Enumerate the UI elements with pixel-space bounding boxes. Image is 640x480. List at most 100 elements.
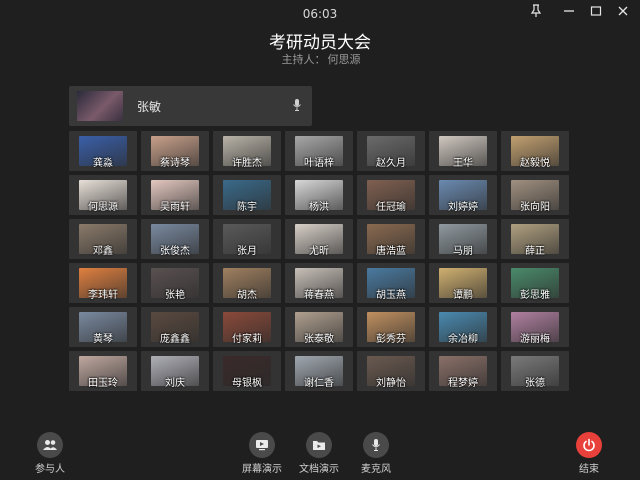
participant-tile[interactable]: 任冠瑜 xyxy=(357,175,425,215)
speaker-avatar xyxy=(77,91,123,121)
participant-name: 母银枫 xyxy=(232,378,262,389)
participant-name: 蒋春燕 xyxy=(304,290,334,301)
participant-name: 庞鑫鑫 xyxy=(160,334,190,345)
participant-tile[interactable]: 程梦婷 xyxy=(429,351,497,391)
meeting-title: 考研动员大会 xyxy=(269,33,371,53)
participant-name: 许胜杰 xyxy=(232,158,262,169)
participant-name: 龚淼 xyxy=(93,158,113,169)
participant-name: 赵久月 xyxy=(376,158,406,169)
participant-name: 何思源 xyxy=(88,202,118,213)
participant-name: 唐浩蓝 xyxy=(376,246,406,257)
participant-tile[interactable]: 黄琴 xyxy=(69,307,137,347)
active-speaker-card[interactable]: 张敏 xyxy=(69,86,312,126)
participant-tile[interactable]: 刘庆 xyxy=(141,351,209,391)
participant-tile[interactable]: 蔡诗琴 xyxy=(141,131,209,171)
participant-name: 张月 xyxy=(237,246,257,257)
pin-icon xyxy=(530,4,542,17)
participant-tile[interactable]: 赵久月 xyxy=(357,131,425,171)
participant-name: 张泰敬 xyxy=(304,334,334,345)
participant-grid: 龚淼 蔡诗琴 许胜杰 叶语梓 赵久月 王华 赵毅悦何思源 吴雨轩 陈宇 杨洪 任冠瑜 刘婷婷 张向阳邓鑫… xyxy=(69,131,573,393)
minimize-button[interactable] xyxy=(558,2,580,20)
folder-icon xyxy=(313,441,325,450)
participant-tile[interactable]: 许胜杰 xyxy=(213,131,281,171)
participant-tile[interactable]: 刘静怡 xyxy=(357,351,425,391)
participant-tile[interactable]: 庞鑫鑫 xyxy=(141,307,209,347)
participant-tile[interactable]: 母银枫 xyxy=(213,351,281,391)
participant-name: 刘婷婷 xyxy=(448,202,478,213)
participant-name: 余冶柳 xyxy=(448,334,478,345)
participant-name: 刘庆 xyxy=(165,378,185,389)
title-bar: 06:03 xyxy=(0,0,640,26)
participant-name: 田玉玲 xyxy=(88,378,118,389)
participant-name: 陈宇 xyxy=(237,202,257,213)
participant-tile[interactable]: 彭秀芬 xyxy=(357,307,425,347)
participant-name: 刘静怡 xyxy=(376,378,406,389)
participant-tile[interactable]: 张艳 xyxy=(141,263,209,303)
close-button[interactable] xyxy=(612,2,634,20)
participant-tile[interactable]: 邓鑫 xyxy=(69,219,137,259)
participant-tile[interactable]: 张俊杰 xyxy=(141,219,209,259)
participant-tile[interactable]: 彭思雅 xyxy=(501,263,569,303)
participants-circle xyxy=(37,432,63,458)
microphone-icon xyxy=(293,99,301,111)
document-share-circle xyxy=(306,432,332,458)
participant-tile[interactable]: 尤昕 xyxy=(285,219,353,259)
end-meeting-label: 结束 xyxy=(579,464,599,475)
participant-name: 赵毅悦 xyxy=(520,158,550,169)
participant-tile[interactable]: 龚淼 xyxy=(69,131,137,171)
participant-name: 张向阳 xyxy=(520,202,550,213)
participant-name: 胡玉燕 xyxy=(376,290,406,301)
participant-tile[interactable]: 张月 xyxy=(213,219,281,259)
screen-share-circle xyxy=(249,432,275,458)
maximize-button[interactable] xyxy=(585,2,607,20)
host-line: 主持人： 何思源 xyxy=(0,51,640,67)
participant-name: 张德 xyxy=(525,378,545,389)
pin-button[interactable] xyxy=(525,2,547,20)
maximize-icon xyxy=(590,6,602,16)
participant-name: 谢仁香 xyxy=(304,378,334,389)
participant-tile[interactable]: 陈宇 xyxy=(213,175,281,215)
participant-tile[interactable]: 何思源 xyxy=(69,175,137,215)
participant-tile[interactable]: 刘婷婷 xyxy=(429,175,497,215)
participants-label: 参与人 xyxy=(35,464,65,475)
participant-name: 彭思雅 xyxy=(520,290,550,301)
participant-tile[interactable]: 谭鹏 xyxy=(429,263,497,303)
participant-name: 谭鹏 xyxy=(453,290,473,301)
participant-tile[interactable]: 张德 xyxy=(501,351,569,391)
end-meeting-button[interactable]: 结束 xyxy=(554,432,624,475)
participant-tile[interactable]: 吴雨轩 xyxy=(141,175,209,215)
participant-tile[interactable]: 张泰敬 xyxy=(285,307,353,347)
participant-tile[interactable]: 薛正 xyxy=(501,219,569,259)
screen-share-icon xyxy=(256,440,268,451)
participant-tile[interactable]: 余冶柳 xyxy=(429,307,497,347)
participant-name: 薛正 xyxy=(525,246,545,257)
participant-name: 杨洪 xyxy=(309,202,329,213)
participant-tile[interactable]: 李玮轩 xyxy=(69,263,137,303)
participant-tile[interactable]: 蒋春燕 xyxy=(285,263,353,303)
participant-tile[interactable]: 张向阳 xyxy=(501,175,569,215)
participant-tile[interactable]: 赵毅悦 xyxy=(501,131,569,171)
participants-button[interactable]: 参与人 xyxy=(15,432,85,475)
microphone-icon xyxy=(372,439,380,451)
participant-tile[interactable]: 马朋 xyxy=(429,219,497,259)
participant-tile[interactable]: 唐浩蓝 xyxy=(357,219,425,259)
participant-tile[interactable]: 谢仁香 xyxy=(285,351,353,391)
participant-tile[interactable]: 胡玉燕 xyxy=(357,263,425,303)
participant-tile[interactable]: 叶语梓 xyxy=(285,131,353,171)
minimize-icon xyxy=(564,10,574,12)
participant-tile[interactable]: 王华 xyxy=(429,131,497,171)
participant-name: 叶语梓 xyxy=(304,158,334,169)
participant-name: 吴雨轩 xyxy=(160,202,190,213)
participant-tile[interactable]: 杨洪 xyxy=(285,175,353,215)
host-label: 主持人： xyxy=(281,53,326,66)
participant-tile[interactable]: 胡杰 xyxy=(213,263,281,303)
participant-tile[interactable]: 田玉玲 xyxy=(69,351,137,391)
participant-tile[interactable]: 游丽梅 xyxy=(501,307,569,347)
microphone-button[interactable]: 麦克风 xyxy=(341,432,411,475)
participant-name: 张俊杰 xyxy=(160,246,190,257)
microphone-label: 麦克风 xyxy=(361,464,391,475)
participant-name: 蔡诗琴 xyxy=(160,158,190,169)
participant-tile[interactable]: 付家莉 xyxy=(213,307,281,347)
participant-name: 任冠瑜 xyxy=(376,202,406,213)
people-icon xyxy=(43,440,57,450)
